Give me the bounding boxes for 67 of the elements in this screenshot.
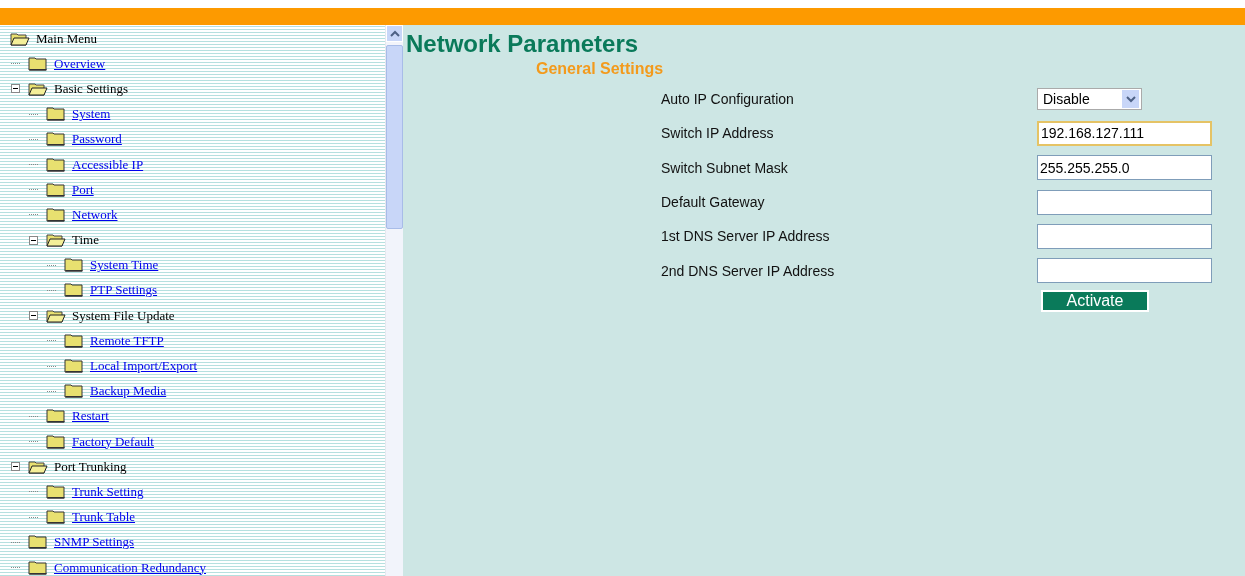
collapse-toggle[interactable] xyxy=(11,462,20,472)
caret-up-icon xyxy=(389,29,400,38)
scrollbar[interactable] xyxy=(385,25,403,576)
menu-link[interactable]: Port xyxy=(72,181,94,198)
page-title: Network Parameters xyxy=(406,30,640,58)
folder-icon xyxy=(46,409,66,424)
field-label: Auto IP Configuration xyxy=(661,91,795,108)
field-label: Switch IP Address xyxy=(661,125,775,142)
collapse-toggle[interactable] xyxy=(29,235,38,245)
open-folder-icon xyxy=(46,233,66,248)
folder-icon xyxy=(28,56,48,71)
menu-link[interactable]: Trunk Setting xyxy=(72,483,144,500)
menu-group-label[interactable]: Port Trunking xyxy=(54,458,127,475)
scroll-thumb[interactable] xyxy=(386,45,403,229)
folder-icon xyxy=(28,560,48,575)
activate-button[interactable]: Activate xyxy=(1041,289,1149,312)
collapse-toggle[interactable] xyxy=(11,84,20,94)
menu-group-label[interactable]: Time xyxy=(72,232,99,249)
menu-link[interactable]: Overview xyxy=(54,55,106,72)
input-field[interactable]: 255.255.255.0 xyxy=(1037,155,1212,181)
open-folder-icon xyxy=(28,459,48,474)
open-folder-icon xyxy=(46,308,66,323)
menu-link[interactable]: Accessible IP xyxy=(72,156,144,173)
menu-link[interactable]: Restart xyxy=(72,408,109,425)
field-label: Switch Subnet Mask xyxy=(661,159,789,176)
folder-icon xyxy=(46,107,66,122)
menu-link[interactable]: Local Import/Export xyxy=(90,358,198,375)
input-field[interactable] xyxy=(1037,223,1212,249)
folder-icon xyxy=(64,359,84,374)
folder-icon xyxy=(46,132,66,147)
menu-link[interactable]: System xyxy=(72,106,111,123)
menu-link[interactable]: Communication Redundancy xyxy=(54,559,206,576)
menu-link[interactable]: Backup Media xyxy=(90,383,167,400)
menu-link[interactable]: PTP Settings xyxy=(90,282,158,299)
menu-link[interactable]: Password xyxy=(72,131,122,148)
folder-icon xyxy=(28,535,48,550)
menu-group-label[interactable]: Main Menu xyxy=(36,30,98,47)
field-label: 2nd DNS Server IP Address xyxy=(661,262,836,279)
section-heading: General Settings xyxy=(536,60,665,79)
open-folder-icon xyxy=(10,31,30,46)
menu-link[interactable]: Factory Default xyxy=(72,433,154,450)
menu-link[interactable]: Trunk Table xyxy=(72,509,135,526)
folder-icon xyxy=(64,283,84,298)
folder-icon xyxy=(64,384,84,399)
menu-link[interactable]: SNMP Settings xyxy=(54,534,135,551)
menu-link[interactable]: System Time xyxy=(90,257,159,274)
input-field[interactable] xyxy=(1037,258,1212,284)
folder-icon xyxy=(64,258,84,273)
collapse-toggle[interactable] xyxy=(29,311,38,321)
folder-icon xyxy=(46,434,66,449)
menu-group-label[interactable]: System File Update xyxy=(72,307,175,324)
field-label: 1st DNS Server IP Address xyxy=(661,228,831,245)
field-label: Default Gateway xyxy=(661,194,766,211)
folder-icon xyxy=(46,510,66,525)
folder-icon xyxy=(46,207,66,222)
scroll-up-button[interactable] xyxy=(386,25,403,42)
dropdown[interactable]: Disable xyxy=(1037,88,1142,111)
input-field[interactable]: 192.168.127.111 xyxy=(1037,120,1212,146)
folder-icon xyxy=(46,484,66,499)
menu-link[interactable]: Network xyxy=(72,206,118,223)
input-field[interactable] xyxy=(1037,189,1212,215)
menu-group-label[interactable]: Basic Settings xyxy=(54,80,129,97)
menu-link[interactable]: Remote TFTP xyxy=(90,332,164,349)
open-folder-icon xyxy=(28,81,48,96)
folder-icon xyxy=(46,182,66,197)
folder-icon xyxy=(64,333,84,348)
folder-icon xyxy=(46,157,66,172)
